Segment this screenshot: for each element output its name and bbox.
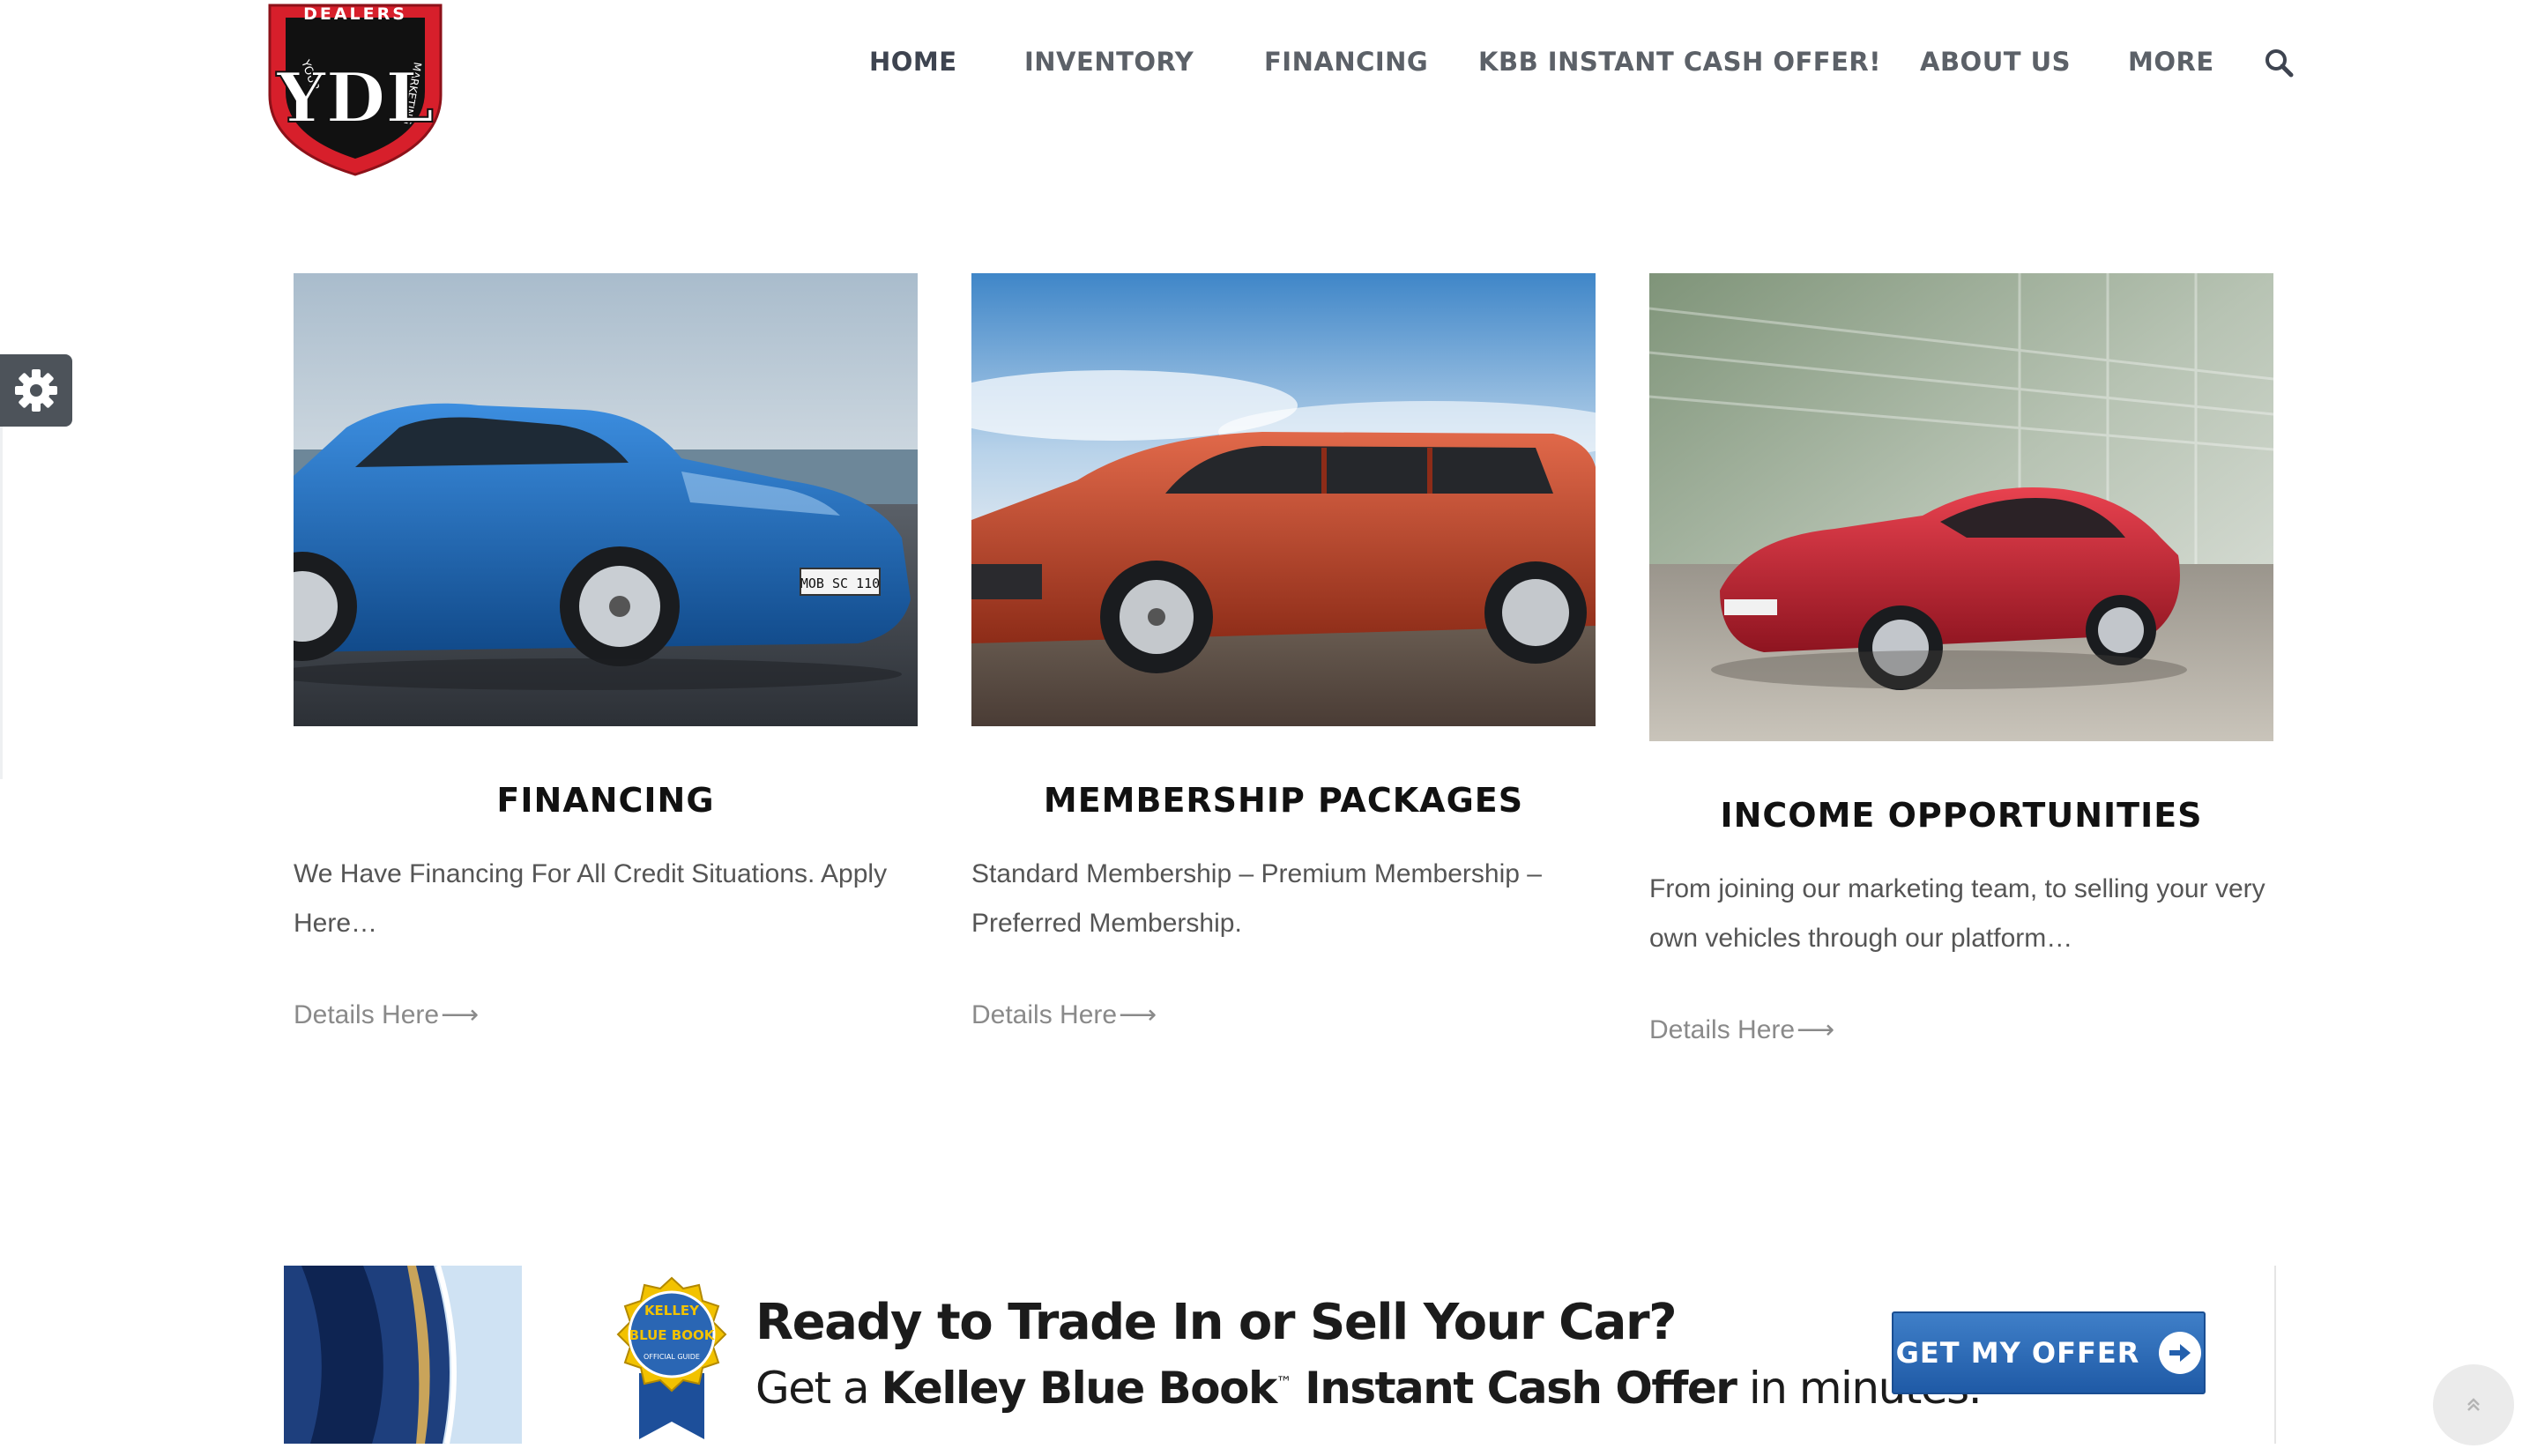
details-link[interactable]: Details Here⟶ bbox=[1649, 1014, 1834, 1045]
double-chevron-up-icon bbox=[2467, 1398, 2480, 1411]
card-membership-packages: MEMBERSHIP PACKAGES Standard Membership … bbox=[971, 273, 1596, 1030]
arrow-right-icon: ⟶ bbox=[1797, 1015, 1835, 1044]
card-title: MEMBERSHIP PACKAGES bbox=[1043, 781, 1524, 820]
nav-inventory[interactable]: INVENTORY bbox=[1024, 47, 1194, 77]
nav-about-us[interactable]: ABOUT US bbox=[1920, 47, 2071, 77]
details-link-label: Details Here bbox=[971, 1000, 1118, 1029]
back-to-top-button[interactable] bbox=[2433, 1364, 2514, 1445]
kbb-instant-cash-offer-banner[interactable]: KELLEY BLUE BOOK OFFICIAL GUIDE Ready to… bbox=[284, 1265, 2276, 1445]
badge-bottom-text: OFFICIAL GUIDE bbox=[644, 1353, 700, 1361]
license-plate: MOB SC 110 bbox=[800, 576, 880, 591]
income-car-image[interactable] bbox=[1649, 273, 2273, 741]
nav-financing[interactable]: FINANCING bbox=[1264, 47, 1428, 77]
gear-icon bbox=[15, 369, 57, 412]
arrow-right-icon: ⟶ bbox=[441, 1000, 480, 1029]
get-my-offer-button[interactable]: GET MY OFFER bbox=[1892, 1311, 2206, 1394]
side-panel-edge bbox=[0, 427, 3, 779]
banner-sub-brand: Kelley Blue Book bbox=[881, 1363, 1278, 1414]
details-link[interactable]: Details Here⟶ bbox=[294, 999, 479, 1030]
card-description: We Have Financing For All Credit Situati… bbox=[294, 859, 888, 938]
kbb-badge-logo: KELLEY BLUE BOOK OFFICIAL GUIDE bbox=[606, 1276, 738, 1442]
nav-more[interactable]: MORE bbox=[2128, 47, 2214, 77]
card-income-opportunities: INCOME OPPORTUNITIES From joining our ma… bbox=[1649, 273, 2273, 1045]
details-link-label: Details Here bbox=[1649, 1015, 1796, 1044]
details-link-label: Details Here bbox=[294, 1000, 440, 1029]
banner-decorative-art bbox=[284, 1265, 522, 1445]
nav-home[interactable]: HOME bbox=[869, 47, 957, 77]
logo-dealers-text: DEALERS bbox=[303, 4, 407, 24]
get-my-offer-label: GET MY OFFER bbox=[1895, 1336, 2140, 1370]
card-financing: MOB SC 110 FINANCING We Have Financing F… bbox=[294, 273, 918, 1030]
site-logo[interactable]: DEALERS YOUR MARKETING YDL bbox=[266, 0, 444, 176]
financing-car-image[interactable]: MOB SC 110 bbox=[294, 273, 918, 726]
card-title: FINANCING bbox=[496, 781, 715, 820]
banner-subtitle: Get a Kelley Blue Book™ Instant Cash Off… bbox=[755, 1363, 1983, 1414]
logo-monogram: YDL bbox=[276, 58, 434, 138]
arrow-right-circle-icon bbox=[2159, 1332, 2202, 1374]
card-description: From joining our marketing team, to sell… bbox=[1649, 874, 2265, 953]
banner-title: Ready to Trade In or Sell Your Car? bbox=[755, 1294, 1678, 1351]
arrow-right-icon: ⟶ bbox=[1119, 1000, 1157, 1029]
search-icon[interactable] bbox=[2264, 48, 2294, 78]
banner-sub-tm: ™ bbox=[1276, 1373, 1292, 1393]
banner-sub-offer: Instant Cash Offer bbox=[1291, 1363, 1737, 1414]
badge-top-text: KELLEY bbox=[644, 1303, 700, 1319]
settings-tab[interactable] bbox=[0, 354, 72, 427]
details-link[interactable]: Details Here⟶ bbox=[971, 999, 1157, 1030]
card-description: Standard Membership – Premium Membership… bbox=[971, 859, 1542, 938]
banner-sub-prefix: Get a bbox=[755, 1363, 882, 1414]
membership-car-image[interactable] bbox=[971, 273, 1596, 726]
nav-kbb-instant-cash-offer[interactable]: KBB INSTANT CASH OFFER! bbox=[1478, 47, 1881, 77]
card-title: INCOME OPPORTUNITIES bbox=[1720, 796, 2203, 835]
badge-mid-text: BLUE BOOK bbox=[629, 1327, 716, 1343]
